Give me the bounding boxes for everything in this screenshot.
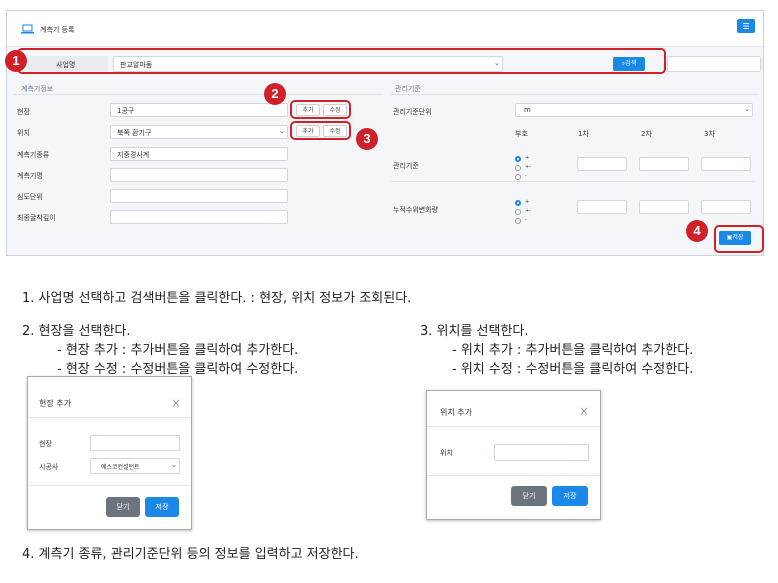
site-value: 1공구: [117, 107, 135, 115]
sign-plus: +: [525, 155, 530, 161]
step-badge-4: 4: [686, 220, 708, 242]
field-label-final-depth: 최종굴착깊이: [17, 214, 56, 222]
radio-minus[interactable]: [515, 174, 521, 180]
sign-minus: -: [525, 217, 527, 223]
cumulative-row-label: 누적수위변화량: [393, 206, 439, 214]
field-label-location: 위치: [17, 129, 30, 137]
type-select[interactable]: 지중경사계: [110, 147, 288, 161]
chevron-down-icon: ⌄: [744, 105, 750, 113]
instruction-step-2: 2. 현장을 선택한다.: [22, 324, 131, 339]
instrument-registration-panel: 계측기 등록 사업명 판교알파돔 ⌄ ⌕검색 계측기정보 현장 위치 계측기종류…: [6, 10, 764, 256]
instruction-step-1: 1. 사업명 선택하고 검색버튼을 클릭한다. : 현장, 위치 정보가 조회된…: [22, 291, 412, 306]
criteria-row-label: 관리기준: [393, 162, 419, 170]
save-button[interactable]: 저장: [145, 497, 179, 517]
location-add-dialog: 위치 추가 × 위치 닫기 저장: [426, 390, 601, 520]
site-select[interactable]: 1공구: [110, 103, 288, 117]
step-badge-2: 2: [264, 83, 286, 105]
dialog-title: 위치 추가: [440, 408, 472, 417]
row-divider: [391, 181, 755, 182]
highlight-box-2: [290, 100, 351, 119]
criteria-unit-select[interactable]: m ⌄: [515, 103, 753, 117]
title-bar: 계측기 등록: [7, 11, 763, 47]
type-value: 지중경사계: [117, 151, 150, 159]
instruction-step-3: 3. 위치를 선택한다.: [420, 324, 529, 339]
instruction-step-4: 4. 계측기 종류, 관리기준단위 등의 정보를 입력하고 저장한다.: [22, 547, 359, 562]
location-value: 북쪽 환기구: [117, 129, 152, 137]
location-field-label: 위치: [440, 449, 453, 457]
cumulative-3rd-input[interactable]: [701, 200, 751, 214]
radio-plus[interactable]: [515, 200, 521, 206]
cumulative-1st-input[interactable]: [577, 200, 627, 214]
criteria-1st-input[interactable]: [577, 157, 627, 171]
chevron-down-icon: ⌄: [279, 127, 285, 135]
step-badge-3: 3: [356, 128, 378, 150]
criteria-2nd-input[interactable]: [639, 157, 689, 171]
highlight-box-4: [714, 225, 764, 253]
sign-plus-minus: +-: [525, 164, 531, 170]
field-label-type: 계측기종류: [17, 151, 50, 159]
site-field-label: 현장: [39, 440, 52, 448]
radio-minus[interactable]: [515, 218, 521, 224]
criteria-section-title: 관리기준: [395, 85, 421, 93]
extra-input[interactable]: [667, 56, 761, 72]
col-header-3rd: 3차: [704, 130, 715, 138]
dialog-footer-divider: [427, 475, 600, 476]
field-label-name: 계측기명: [17, 172, 43, 180]
close-icon[interactable]: ×: [171, 396, 181, 410]
close-button[interactable]: 닫기: [106, 497, 140, 517]
name-input[interactable]: [110, 168, 288, 182]
info-section-title: 계측기정보: [21, 85, 54, 93]
instruction-step-2a: - 현장 추가 : 추가버튼을 클릭하여 추가한다.: [57, 343, 299, 358]
page-title: 계측기 등록: [40, 26, 75, 34]
contractor-value: 에스코컨설턴트: [101, 464, 140, 471]
field-label-depth-unit: 심도단위: [17, 193, 43, 201]
step-badge-1: 1: [5, 50, 27, 72]
cumulative-sign-radio-group: + +- -: [515, 199, 545, 230]
col-header-sign: 부호: [515, 130, 528, 138]
sign-minus: -: [525, 173, 527, 179]
dialog-divider: [427, 426, 600, 427]
criteria-3rd-input[interactable]: [701, 157, 751, 171]
menu-icon: [743, 23, 749, 29]
col-header-1st: 1차: [578, 130, 589, 138]
radio-plus-minus[interactable]: [515, 165, 521, 171]
contractor-select[interactable]: 에스코컨설턴트 ⌄: [90, 458, 180, 474]
instruction-step-2b: - 현장 수정 : 수정버튼을 클릭하여 수정한다.: [57, 362, 299, 377]
radio-plus[interactable]: [515, 156, 521, 162]
highlight-box-1: [17, 48, 666, 74]
radio-plus-minus[interactable]: [515, 209, 521, 215]
close-icon[interactable]: ×: [579, 404, 589, 418]
criteria-unit-label: 관리기준단위: [393, 108, 432, 116]
save-button[interactable]: 저장: [552, 486, 588, 506]
close-button[interactable]: 닫기: [511, 486, 547, 506]
instruction-step-3b: - 위치 수정 : 수정버튼을 클릭하여 수정한다.: [452, 362, 694, 377]
chevron-down-icon: ⌄: [171, 461, 177, 469]
cumulative-2nd-input[interactable]: [639, 200, 689, 214]
highlight-box-3: [290, 121, 351, 140]
col-header-2nd: 2차: [641, 130, 652, 138]
menu-button[interactable]: [737, 19, 755, 33]
sign-plus: +: [525, 199, 530, 205]
site-name-input[interactable]: [90, 435, 180, 451]
laptop-icon: [21, 24, 34, 34]
dialog-title: 현장 추가: [39, 399, 71, 408]
depth-unit-input[interactable]: [110, 189, 288, 203]
contractor-field-label: 시공사: [39, 463, 59, 471]
site-add-dialog: 현장 추가 × 현장 시공사 에스코컨설턴트 ⌄ 닫기 저장: [27, 376, 192, 530]
criteria-section-head: 관리기준: [391, 83, 759, 95]
field-label-site: 현장: [17, 108, 30, 116]
info-section-head: 계측기정보: [13, 83, 383, 95]
criteria-unit-value: m: [524, 106, 531, 114]
dialog-footer-divider: [28, 485, 191, 486]
location-name-input[interactable]: [494, 444, 589, 461]
instruction-step-3a: - 위치 추가 : 추가버튼을 클릭하여 추가한다.: [452, 343, 694, 358]
dialog-divider: [28, 417, 191, 418]
final-depth-input[interactable]: [110, 210, 288, 224]
location-select[interactable]: 북쪽 환기구 ⌄: [110, 125, 288, 139]
sign-plus-minus: +-: [525, 208, 531, 214]
